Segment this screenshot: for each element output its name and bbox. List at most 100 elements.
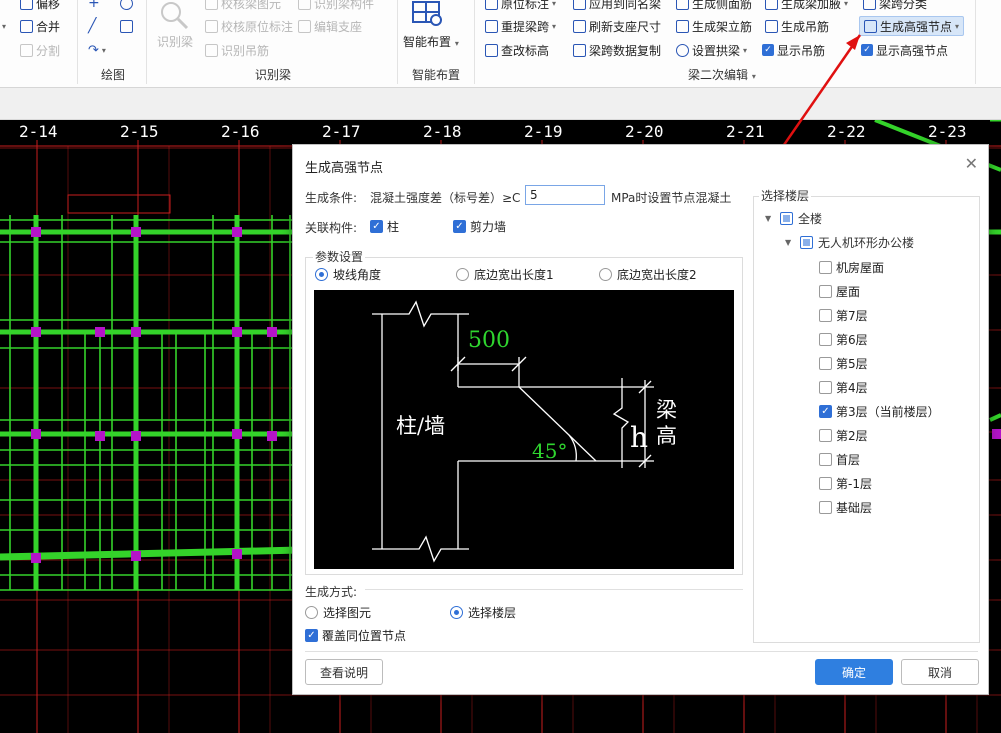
beam-char-2: 高 bbox=[656, 424, 677, 448]
apply-icon bbox=[573, 0, 586, 10]
floor-checkbox[interactable]: 机房屋面 bbox=[819, 259, 884, 276]
haunch-icon bbox=[765, 0, 778, 10]
related-label: 关联构件: bbox=[305, 221, 358, 235]
expand-triangle-icon[interactable]: ▼ bbox=[765, 214, 775, 223]
close-icon[interactable]: ✕ bbox=[965, 154, 978, 173]
radio-select-floor[interactable]: 选择楼层 bbox=[450, 604, 516, 621]
smart-layout-icon[interactable] bbox=[410, 0, 444, 28]
checkmark-icon: ✓ bbox=[819, 405, 832, 418]
checkbox-box bbox=[819, 261, 832, 274]
node-marker bbox=[95, 431, 105, 441]
identify-hanger-button[interactable]: 识别吊筋 bbox=[205, 41, 269, 59]
check-beam-button[interactable]: 校核梁图元 bbox=[205, 0, 281, 12]
line-icon: ╱ bbox=[88, 18, 97, 34]
set-arch-beam-button[interactable]: 设置拱梁 ▾ bbox=[676, 41, 747, 59]
node-marker bbox=[31, 429, 41, 439]
floor-checkbox[interactable]: ✓ 第3层（当前楼层） bbox=[819, 403, 940, 420]
identify-beam-button[interactable]: 识别梁 bbox=[157, 33, 193, 50]
condition-label: 生成条件: bbox=[305, 191, 358, 205]
edit-support-icon bbox=[298, 19, 311, 33]
identify-group-label: 识别梁 bbox=[255, 68, 292, 82]
floor-checkbox[interactable]: 基础层 bbox=[819, 499, 872, 516]
check-annotation-button[interactable]: 校核原位标注 bbox=[205, 17, 293, 35]
reextract-span-button[interactable]: 重提梁跨 ▾ bbox=[485, 17, 556, 35]
gen-high-strength-node-button[interactable]: 生成高强节点 ▾ bbox=[859, 16, 965, 36]
refresh-icon bbox=[573, 19, 586, 33]
gen-haunch-button[interactable]: 生成梁加腋 ▾ bbox=[765, 0, 848, 12]
copy-span-data-button[interactable]: 梁跨数据复制 bbox=[573, 41, 661, 59]
span-classify-button[interactable]: 梁跨分类 bbox=[863, 0, 927, 12]
related-column-checkbox[interactable]: ✓ 柱 bbox=[370, 218, 399, 235]
node-marker bbox=[232, 227, 242, 237]
refresh-support-button[interactable]: 刷新支座尺寸 bbox=[573, 17, 661, 35]
apply-same-name-button[interactable]: 应用到同名梁 bbox=[573, 0, 661, 12]
tree-root-all[interactable]: ▼ 全楼 bbox=[765, 210, 822, 227]
node-marker bbox=[232, 327, 242, 337]
draw-arc-button[interactable]: ↷ ▾ bbox=[88, 41, 106, 59]
tree-project[interactable]: ▼ 无人机环形办公楼 bbox=[785, 234, 914, 251]
cross-icon: + bbox=[88, 0, 100, 11]
draw-point-button[interactable]: + bbox=[88, 0, 100, 12]
in-situ-annotation-button[interactable]: 原位标注 ▾ bbox=[485, 0, 556, 12]
draw-rect-button[interactable] bbox=[120, 17, 133, 35]
node-marker bbox=[131, 327, 141, 337]
axis-label: 2-21 bbox=[726, 122, 765, 141]
floor-checkbox[interactable]: 第-1层 bbox=[819, 475, 872, 492]
smart-layout-button[interactable]: 智能布置 ▾ bbox=[403, 33, 459, 50]
split-button[interactable]: 分割 bbox=[20, 41, 60, 59]
identify-beam-comp-button[interactable]: 识别梁构件 bbox=[298, 0, 374, 12]
h-text: h bbox=[630, 421, 648, 454]
node-marker bbox=[31, 227, 41, 237]
merge-button[interactable]: 合并 bbox=[20, 17, 60, 35]
checkbox-box bbox=[819, 333, 832, 346]
node-marker bbox=[232, 429, 242, 439]
axis-label: 2-19 bbox=[524, 122, 563, 141]
related-shearwall-checkbox[interactable]: ✓ 剪力墙 bbox=[453, 218, 506, 235]
show-hanger-checkbox[interactable]: ✓ 显示吊筋 bbox=[762, 41, 825, 59]
gen-hanger-button[interactable]: 生成吊筋 bbox=[765, 17, 829, 35]
checkbox-box bbox=[819, 309, 832, 322]
group-divider bbox=[975, 0, 976, 84]
radio-bottom-extend-2[interactable]: 底边宽出长度2 bbox=[599, 266, 697, 283]
check-elevation-button[interactable]: 查改标高 bbox=[485, 41, 549, 59]
offset-button[interactable]: 偏移 bbox=[20, 0, 60, 12]
cancel-button[interactable]: 取消 bbox=[901, 659, 979, 685]
show-node-checkbox[interactable]: ✓ 显示高强节点 bbox=[861, 41, 948, 59]
axis-label: 2-18 bbox=[423, 122, 462, 141]
draw-circle-button[interactable] bbox=[120, 0, 133, 12]
floor-checkbox[interactable]: 第4层 bbox=[819, 379, 868, 396]
cover-same-position-checkbox[interactable]: ✓ 覆盖同位置节点 bbox=[305, 627, 406, 644]
node-marker bbox=[232, 549, 242, 559]
axis-label: 2-15 bbox=[120, 122, 159, 141]
help-button[interactable]: 查看说明 bbox=[305, 659, 383, 685]
gen-side-rebar-button[interactable]: 生成侧面筋 bbox=[676, 0, 752, 12]
draw-line-button[interactable]: ╱ bbox=[88, 17, 96, 35]
smart-group-label: 智能布置 bbox=[412, 68, 461, 82]
strength-diff-input[interactable] bbox=[525, 185, 605, 205]
checkbox-box bbox=[819, 477, 832, 490]
node-diagram-drawing: 500 45° 柱/墙 h 梁 高 bbox=[372, 300, 677, 563]
floor-checkbox[interactable]: 第2层 bbox=[819, 427, 868, 444]
floor-checkbox[interactable]: 第6层 bbox=[819, 331, 868, 348]
floor-checkbox[interactable]: 屋面 bbox=[819, 283, 860, 300]
classify-icon bbox=[863, 0, 876, 10]
radio-bottom-extend-1[interactable]: 底边宽出长度1 bbox=[456, 266, 554, 283]
gen-erection-rebar-button[interactable]: 生成架立筋 bbox=[676, 17, 752, 35]
floor-checkbox[interactable]: 首层 bbox=[819, 451, 860, 468]
ribbon-toolbar: 偏移 合并 分割 ▾ + ╱ ↷ ▾ 绘图 识别梁 校核梁图元 识别梁构件 校核原… bbox=[0, 0, 1001, 88]
identify-beam-large-icon[interactable] bbox=[157, 0, 193, 34]
axis-label: 2-16 bbox=[221, 122, 260, 141]
checkmark-icon: ✓ bbox=[370, 220, 383, 233]
group-divider bbox=[397, 0, 398, 84]
edit-support-button[interactable]: 编辑支座 bbox=[298, 17, 362, 35]
floor-checkbox[interactable]: 第7层 bbox=[819, 307, 868, 324]
node-marker bbox=[131, 227, 141, 237]
checkbox-box bbox=[819, 381, 832, 394]
ok-button[interactable]: 确定 bbox=[815, 659, 893, 685]
elevation-icon bbox=[485, 43, 498, 57]
radio-slope-angle[interactable]: 坡线角度 bbox=[315, 266, 381, 283]
expand-triangle-icon[interactable]: ▼ bbox=[785, 238, 795, 247]
radio-select-element[interactable]: 选择图元 bbox=[305, 604, 371, 621]
split-icon bbox=[20, 43, 33, 57]
floor-checkbox[interactable]: 第5层 bbox=[819, 355, 868, 372]
